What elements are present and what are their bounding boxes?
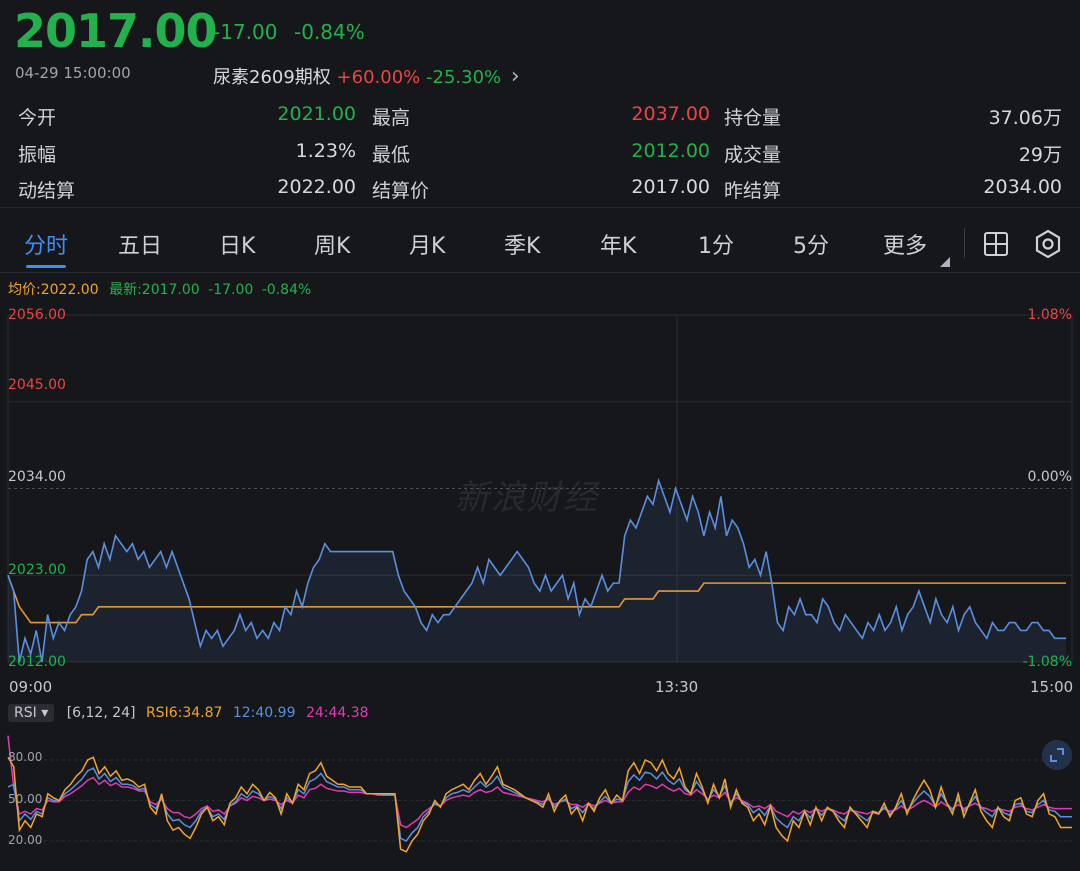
settings-icon[interactable] — [1033, 229, 1063, 259]
tab-5min[interactable]: 5分 — [793, 228, 829, 260]
tab-yearly-k[interactable]: 年K — [600, 228, 636, 260]
rsi6-value: RSI6:34.87 — [145, 705, 223, 721]
legend-latest-price: 最新:2017.00 — [109, 282, 200, 298]
y-tick-right: 0.00% — [1027, 469, 1072, 485]
stat-volume-label: 成交量 — [724, 144, 782, 166]
intraday-price-chart — [7, 314, 1073, 663]
stat-amp-label: 振幅 — [18, 144, 57, 166]
legend-avg-price: 均价:2022.00 — [8, 282, 99, 298]
x-tick: 15:00 — [1030, 678, 1074, 696]
chevron-right-icon: › — [510, 64, 520, 89]
legend-change-pct: -0.84% — [261, 282, 312, 298]
stat-volume-value: 29万 — [1018, 144, 1062, 166]
quote-timestamp: 04-29 15:00:00 — [15, 64, 131, 82]
y-tick-left: 2034.00 — [8, 469, 66, 485]
expand-icon[interactable] — [1041, 739, 1073, 771]
tab-intraday[interactable]: 分时 — [24, 228, 68, 260]
stat-oi-value: 37.06万 — [988, 107, 1062, 129]
tab-monthly-k[interactable]: 月K — [409, 228, 445, 260]
y-tick-left: 2056.00 — [8, 307, 66, 323]
rsi-indicator-select[interactable]: RSI ▾ — [8, 704, 55, 722]
option-link[interactable]: 尿素2609期权 +60.00% -25.30% › — [213, 63, 520, 89]
grid-layout-icon[interactable] — [983, 231, 1009, 257]
tab-daily-k[interactable]: 日K — [219, 228, 255, 260]
stat-low-value: 2012.00 — [631, 140, 710, 162]
rsi-y-tick: 20.00 — [8, 833, 43, 847]
stat-high-value: 2037.00 — [631, 103, 710, 125]
rsi12-value: 12:40.99 — [232, 705, 296, 721]
option-up: +60.00% — [336, 67, 421, 88]
price-change: -17.00 — [213, 20, 278, 44]
stat-settle-value: 2022.00 — [277, 176, 356, 198]
y-tick-right: -1.08% — [1022, 654, 1072, 670]
stat-prev-settle-label: 昨结算 — [724, 180, 782, 202]
tab-quarterly-k[interactable]: 季K — [504, 228, 540, 260]
tab-1min[interactable]: 1分 — [698, 228, 734, 260]
stat-settle-label: 动结算 — [18, 180, 76, 202]
stat-low-label: 最低 — [372, 144, 411, 166]
y-tick-left: 2012.00 — [8, 654, 66, 670]
stat-prev-settle-value: 2034.00 — [983, 176, 1062, 198]
chart-legend: 均价:2022.00 最新:2017.00 -17.00 -0.84% — [8, 279, 311, 299]
dropdown-corner-icon — [940, 257, 950, 267]
option-name: 尿素2609期权 — [213, 67, 331, 88]
last-price: 2017.00 — [14, 4, 218, 58]
tab-divider — [964, 228, 965, 258]
stat-oi-label: 持仓量 — [724, 107, 782, 129]
rsi-y-tick: 50.00 — [8, 792, 43, 806]
y-tick-left: 2023.00 — [8, 562, 66, 578]
x-tick: 13:30 — [655, 678, 699, 696]
x-tick: 09:00 — [9, 678, 53, 696]
tab-five-day[interactable]: 五日 — [118, 228, 162, 260]
tab-more[interactable]: 更多 — [883, 228, 927, 260]
rsi-indicator-bar: RSI ▾ [6,12, 24] RSI6:34.87 12:40.99 24:… — [8, 704, 369, 722]
legend-change: -17.00 — [208, 282, 254, 298]
tab-weekly-k[interactable]: 周K — [314, 228, 350, 260]
stat-open-label: 今开 — [18, 107, 57, 129]
active-tab-indicator — [26, 265, 66, 268]
rsi-params: [6,12, 24] — [66, 705, 136, 721]
y-tick-right: 1.08% — [1027, 307, 1072, 323]
stat-settle-price-value: 2017.00 — [631, 176, 710, 198]
rsi24-value: 24:44.38 — [305, 705, 369, 721]
option-down: -25.30% — [426, 67, 502, 88]
header-divider — [0, 207, 1080, 208]
price-change-percent: -0.84% — [294, 20, 365, 44]
y-tick-left: 2045.00 — [8, 377, 66, 393]
stat-open-value: 2021.00 — [277, 103, 356, 125]
stat-settle-price-label: 结算价 — [372, 180, 430, 202]
price-area-fill — [8, 480, 1066, 662]
stat-high-label: 最高 — [372, 107, 411, 129]
rsi-chart — [7, 735, 1072, 853]
stat-amp-value: 1.23% — [295, 140, 356, 162]
tabs-bottom-border — [0, 272, 1080, 273]
rsi-y-tick: 80.00 — [8, 750, 43, 764]
